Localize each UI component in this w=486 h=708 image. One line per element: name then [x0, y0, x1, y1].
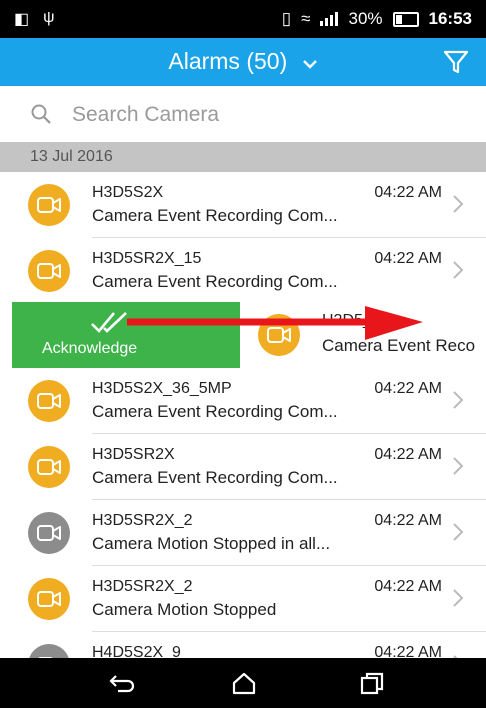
- alarm-description: Camera Event Recording Com...: [92, 272, 338, 291]
- recent-apps-icon[interactable]: [358, 671, 386, 695]
- alarm-time: 04:22 AM: [374, 380, 442, 397]
- alarm-time: 04:22 AM: [374, 250, 442, 267]
- date-label: 13 Jul 2016: [30, 148, 113, 165]
- camera-name: H3D5S2X: [92, 184, 164, 201]
- camera-icon: [28, 512, 70, 554]
- alarm-row[interactable]: H3D5SR2X 04:22 AM Camera Event Recording…: [0, 434, 486, 500]
- alarm-description: Camera Event Recording Com...: [92, 402, 338, 421]
- back-icon[interactable]: [108, 671, 136, 695]
- page-title: Alarms (50): [168, 48, 288, 74]
- chevron-right-icon: [453, 457, 464, 475]
- acknowledge-label: Acknowledge: [42, 340, 138, 357]
- alarm-description: Camera Motion Stopped in all...: [92, 534, 331, 553]
- alarm-time: 04:22 AM: [374, 578, 442, 595]
- alarm-time: 04:22 AM: [374, 446, 442, 463]
- search-input[interactable]: [70, 98, 454, 132]
- swipe-annotation-arrow: [127, 306, 423, 340]
- camera-icon: [28, 184, 70, 226]
- chevron-right-icon: [453, 589, 464, 607]
- usb-icon: ψ: [43, 9, 55, 26]
- battery-percent: 30%: [348, 9, 383, 28]
- home-icon[interactable]: [230, 671, 258, 695]
- camera-icon: [28, 380, 70, 422]
- app-header: Alarms (50): [0, 38, 486, 86]
- alarm-row[interactable]: H3D5SR2X_2 04:22 AM Camera Motion Stoppe…: [0, 500, 486, 566]
- alarms-dropdown[interactable]: Alarms (50): [0, 48, 486, 75]
- chevron-right-icon: [453, 195, 464, 213]
- camera-name: H3D5SR2X_2: [92, 578, 193, 595]
- signal-icon: [320, 12, 339, 26]
- date-section-header: 13 Jul 2016: [0, 142, 486, 172]
- chevron-right-icon: [453, 391, 464, 409]
- chevron-down-icon: [302, 48, 318, 75]
- wifi-icon: ≈: [301, 9, 311, 28]
- filter-icon[interactable]: [442, 48, 470, 76]
- alarm-description: Camera Motion Stopped: [92, 600, 277, 619]
- camera-name: H3D5SR2X: [92, 446, 175, 463]
- search-icon: [31, 104, 51, 124]
- camera-name: H3D5S2X_36_5MP: [92, 380, 232, 397]
- battery-icon: [392, 11, 419, 27]
- camera-name: H3D5SR2X_15: [92, 250, 202, 267]
- camera-icon: [28, 250, 70, 292]
- search-bar: [0, 86, 486, 142]
- chevron-right-icon: [453, 261, 464, 279]
- camera-icon: [28, 446, 70, 488]
- alarm-row[interactable]: H3D5SR2X_15 04:22 AM Camera Event Record…: [0, 238, 486, 304]
- alarm-time: 04:22 AM: [374, 512, 442, 529]
- alarm-row[interactable]: H3D5S2X 04:22 AM Camera Event Recording …: [0, 172, 486, 238]
- clock: 16:53: [428, 9, 472, 28]
- alarm-row[interactable]: H3D5SR2X_2 04:22 AM Camera Motion Stoppe…: [0, 566, 486, 632]
- alarm-description: Camera Event Recording Com...: [92, 206, 338, 225]
- vibrate-icon: ▯: [281, 9, 292, 28]
- camera-name: H3D5SR2X_2: [92, 512, 193, 529]
- status-bar: ◧ ψ ▯ ≈ 30% 16:53: [0, 0, 486, 38]
- navigation-bar: [0, 658, 486, 708]
- camera-icon: [28, 578, 70, 620]
- alarm-row[interactable]: H3D5S2X_36_5MP 04:22 AM Camera Event Rec…: [0, 368, 486, 434]
- alarm-time: 04:22 AM: [374, 184, 442, 201]
- gallery-notification-icon: ◧: [14, 11, 30, 28]
- alarm-description: Camera Event Recording Com...: [92, 468, 338, 487]
- chevron-right-icon: [453, 523, 464, 541]
